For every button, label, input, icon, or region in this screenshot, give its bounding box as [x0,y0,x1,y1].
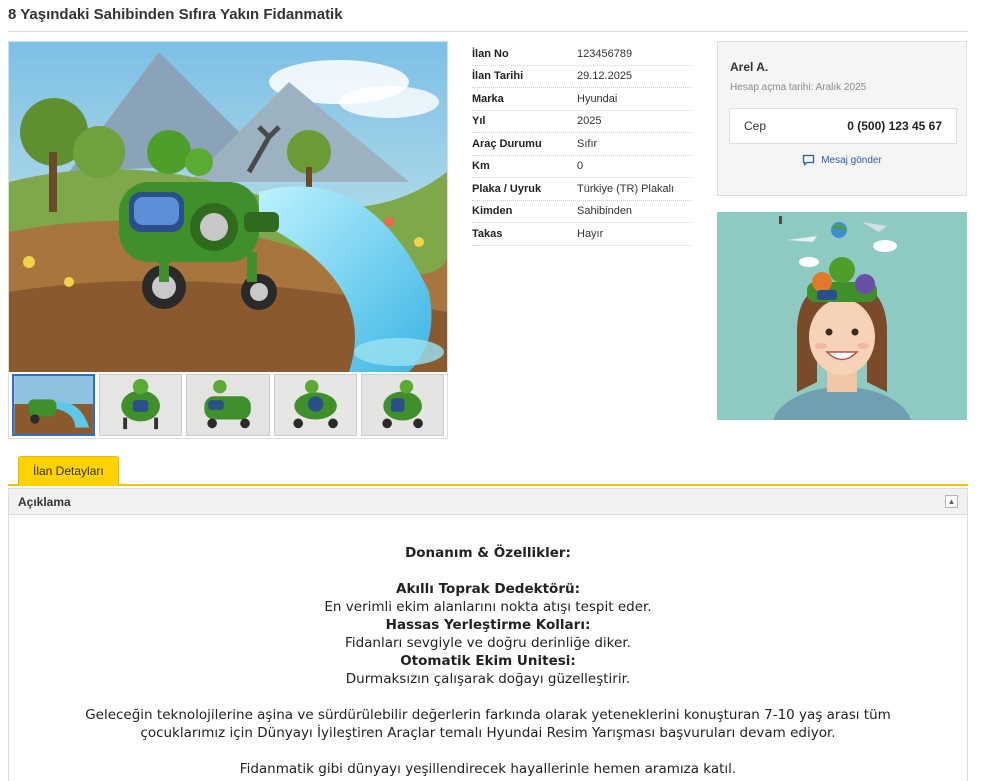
description-title: Açıklama [18,494,71,509]
feature-text: Fidanları sevgiyle ve doğru derinliğe di… [345,635,631,651]
tab-listing-details[interactable]: İlan Detayları [18,456,119,486]
main-photo[interactable] [9,42,447,372]
detail-row: Araç Durumu Sıfır [472,133,692,156]
feature-title: Akıllı Toprak Dedektörü: [396,581,580,597]
detail-row: İlan No 123456789 [472,43,692,66]
detail-value: Hyundai [577,92,618,105]
phone-label: Cep [744,119,767,133]
thumbnail-2[interactable] [99,374,183,436]
feature-title: Otomatik Ekim Unitesi: [400,653,576,669]
photo-gallery [8,41,448,439]
detail-value: Hayır [577,227,604,240]
description-closing: Fidanmatik gibi dünyayı yeşillendirecek … [239,761,737,777]
chat-bubble-icon [803,154,815,166]
feature-title: Hassas Yerleştirme Kolları: [385,617,591,633]
thumbnail-strip [12,374,445,438]
send-message-label: Mesaj gönder [821,154,882,166]
thumbnail-4[interactable] [273,374,357,436]
description-header: Açıklama ▲ [9,489,967,515]
send-message-link[interactable]: Mesaj gönder [718,154,966,166]
phone-box[interactable]: Cep 0 (500) 123 45 67 [729,108,957,144]
detail-value: 2025 [577,115,602,128]
detail-row: Marka Hyundai [472,88,692,111]
listing-details: İlan No 123456789 İlan Tarihi 29.12.2025 M… [472,43,692,246]
detail-row: Takas Hayır [472,223,692,246]
detail-key: İlan No [472,47,509,60]
detail-key: Kimden [472,205,513,218]
seller-card: Arel A. Hesap açma tarihi: Aralık 2025 C… [717,41,967,196]
description-panel: Açıklama ▲ Donanım & Özellikler: Akıllı … [8,488,968,781]
detail-value: 29.12.2025 [577,70,633,83]
detail-value: Sıfır [577,137,598,150]
page-title: 8 Yaşındaki Sahibinden Sıfıra Yakın Fida… [8,6,343,23]
description-paragraph: çocuklarımız için Dünyayı İyileştiren Ar… [140,725,836,741]
detail-row: Kimden Sahibinden [472,201,692,223]
phone-number[interactable]: 0 (500) 123 45 67 [847,119,942,133]
detail-key: Yıl [472,115,486,128]
detail-key: Takas [472,227,503,240]
detail-row: Yıl 2025 [472,111,692,133]
ad-banner[interactable] [717,212,967,420]
seller-name: Arel A. [730,60,769,74]
thumbnail-1[interactable] [12,374,96,436]
detail-value: Sahibinden [577,205,633,218]
description-heading: Donanım & Özellikler: [405,545,571,561]
detail-row: Plaka / Uyruk Türkiye (TR) Plakalı [472,178,692,201]
detail-key: Km [472,160,490,173]
detail-value: 0 [577,160,584,173]
thumbnail-5[interactable] [360,374,445,436]
detail-key: İlan Tarihi [472,70,524,83]
detail-key: Marka [472,92,504,105]
description-paragraph: Geleceğin teknolojilerine aşina ve sürdü… [85,707,891,723]
description-body: Donanım & Özellikler: Akıllı Toprak Dede… [9,515,967,778]
detail-key: Araç Durumu [472,137,542,150]
chevron-up-icon[interactable]: ▲ [945,495,958,508]
thumbnail-3[interactable] [186,374,270,436]
tab-bar: İlan Detayları [8,454,968,486]
feature-text: Durmaksızın çalışarak doğayı güzelleştir… [345,671,631,687]
detail-value: 123456789 [577,47,633,60]
feature-text: En verimli ekim alanlarını nokta atışı t… [324,599,652,615]
detail-key: Plaka / Uyruk [472,182,542,195]
title-bar: 8 Yaşındaki Sahibinden Sıfıra Yakın Fida… [8,0,968,32]
seller-since: Hesap açma tarihi: Aralık 2025 [730,82,867,93]
detail-value: Türkiye (TR) Plakalı [577,182,675,195]
detail-row: İlan Tarihi 29.12.2025 [472,66,692,88]
detail-row: Km 0 [472,156,692,178]
